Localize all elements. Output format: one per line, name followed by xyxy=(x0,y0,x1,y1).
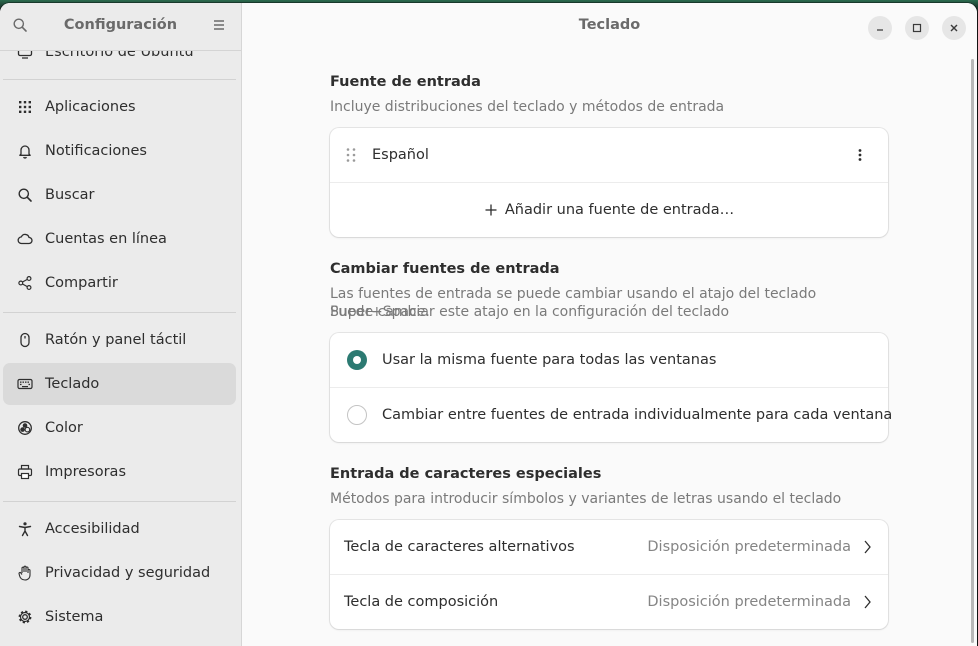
sidebar-item-label: Cuentas en línea xyxy=(45,231,167,247)
sidebar-item-mouse-touchpad[interactable]: Ratón y panel táctil xyxy=(3,319,236,361)
more-options-icon[interactable] xyxy=(852,147,868,167)
sidebar-item-label: Ratón y panel táctil xyxy=(45,332,187,348)
special-chars-card: Tecla de caracteres alternativos Disposi… xyxy=(330,520,888,629)
alternate-chars-key-value: Disposición predeterminada xyxy=(647,539,851,555)
switch-sources-subtitle-line2: Puede cambiar este atajo en la configura… xyxy=(330,304,730,320)
cloud-icon xyxy=(17,231,33,247)
maximize-icon xyxy=(912,23,922,33)
sidebar-item-label: Sistema xyxy=(45,609,104,625)
sidebar-item-search[interactable]: Buscar xyxy=(3,174,236,216)
option-same-source-label: Usar la misma fuente para todas las vent… xyxy=(382,352,717,368)
sidebar: Escritorio de Ubuntu Aplicaciones Notifi… xyxy=(0,3,242,646)
sidebar-item-label: Escritorio de Ubuntu xyxy=(45,51,194,60)
apps-grid-icon xyxy=(17,99,33,115)
sidebar-item-label: Teclado xyxy=(45,376,100,392)
sidebar-list[interactable]: Escritorio de Ubuntu Aplicaciones Notifi… xyxy=(0,51,241,646)
sidebar-item-notifications[interactable]: Notificaciones xyxy=(3,130,236,172)
special-chars-title: Entrada de caracteres especiales xyxy=(330,466,602,482)
maximize-button[interactable] xyxy=(905,16,929,40)
plus-icon xyxy=(485,204,497,216)
hamburger-menu-icon xyxy=(214,20,224,30)
compose-key-label: Tecla de composición xyxy=(344,594,499,610)
sidebar-item-keyboard[interactable]: Teclado xyxy=(3,363,236,405)
radio-selected[interactable] xyxy=(347,350,367,370)
option-same-source-row[interactable]: Usar la misma fuente para todas las vent… xyxy=(330,333,888,387)
switch-sources-title: Cambiar fuentes de entrada xyxy=(330,261,560,277)
search-icon xyxy=(17,187,33,203)
desktop-icon xyxy=(17,51,33,60)
sidebar-item-label: Accesibilidad xyxy=(45,521,140,537)
minimize-button[interactable] xyxy=(868,16,892,40)
sidebar-divider xyxy=(3,79,236,80)
close-button[interactable] xyxy=(942,16,966,40)
option-individual-source-label: Cambiar entre fuentes de entrada individ… xyxy=(382,407,893,423)
printer-icon xyxy=(17,464,33,480)
alternate-chars-key-label: Tecla de caracteres alternativos xyxy=(344,539,575,555)
share-icon xyxy=(17,275,33,291)
input-source-label: Español xyxy=(372,147,429,163)
sidebar-divider xyxy=(3,312,236,313)
color-palette-icon xyxy=(17,420,33,436)
compose-key-value: Disposición predeterminada xyxy=(647,594,851,610)
sidebar-item-applications[interactable]: Aplicaciones xyxy=(3,86,236,128)
input-sources-card: Español Añadir una fuente de entrada… xyxy=(330,128,888,237)
add-input-source-button[interactable]: Añadir una fuente de entrada… xyxy=(330,183,888,237)
settings-window: Escritorio de Ubuntu Aplicaciones Notifi… xyxy=(0,3,977,646)
input-sources-subtitle: Incluye distribuciones del teclado y mét… xyxy=(330,99,725,115)
compose-key-row[interactable]: Tecla de composición Disposición predete… xyxy=(330,575,888,629)
hand-icon xyxy=(17,565,33,581)
sidebar-item-printers[interactable]: Impresoras xyxy=(3,451,236,493)
drag-handle-icon[interactable] xyxy=(345,147,357,167)
sidebar-divider xyxy=(3,501,236,502)
sidebar-item-label: Compartir xyxy=(45,275,118,291)
special-chars-subtitle: Métodos para introducir símbolos y varia… xyxy=(330,491,842,507)
minimize-icon xyxy=(877,29,883,31)
menu-button[interactable] xyxy=(207,13,231,37)
alternate-chars-key-row[interactable]: Tecla de caracteres alternativos Disposi… xyxy=(330,520,888,574)
sidebar-item-label: Aplicaciones xyxy=(45,99,136,115)
sidebar-item-label: Impresoras xyxy=(45,464,126,480)
main-content: Teclado Fuente de entrada Incluye distri… xyxy=(242,3,977,646)
page-title: Teclado xyxy=(578,17,641,33)
add-input-source-label: Añadir una fuente de entrada… xyxy=(504,202,735,218)
sidebar-item-label: Notificaciones xyxy=(45,143,147,159)
sidebar-item-label: Color xyxy=(45,420,83,436)
radio-unselected[interactable] xyxy=(347,405,367,425)
keyboard-icon xyxy=(17,376,33,392)
switch-sources-card: Usar la misma fuente para todas las vent… xyxy=(330,333,892,442)
option-individual-source-row[interactable]: Cambiar entre fuentes de entrada individ… xyxy=(330,388,892,442)
chevron-right-icon xyxy=(862,594,872,614)
sidebar-item-sharing[interactable]: Compartir xyxy=(3,262,236,304)
sidebar-item-system[interactable]: Sistema xyxy=(3,596,236,638)
gear-icon xyxy=(17,609,33,625)
sidebar-item-accessibility[interactable]: Accesibilidad xyxy=(3,508,236,550)
sidebar-item-ubuntu-desktop[interactable]: Escritorio de Ubuntu xyxy=(3,51,236,73)
sidebar-item-color[interactable]: Color xyxy=(3,407,236,449)
sidebar-item-online-accounts[interactable]: Cuentas en línea xyxy=(3,218,236,260)
input-sources-title: Fuente de entrada xyxy=(330,74,481,90)
scrollbar[interactable] xyxy=(971,59,974,643)
mouse-icon xyxy=(17,332,33,348)
chevron-right-icon xyxy=(862,539,872,559)
close-icon xyxy=(950,24,958,32)
sidebar-item-label: Buscar xyxy=(45,187,95,203)
accessibility-icon xyxy=(17,521,33,537)
bell-icon xyxy=(17,143,33,159)
sidebar-title: Configuración xyxy=(63,17,178,33)
sidebar-item-label: Privacidad y seguridad xyxy=(45,565,211,581)
sidebar-item-privacy-security[interactable]: Privacidad y seguridad xyxy=(3,552,236,594)
sidebar-header: Configuración xyxy=(0,3,241,51)
input-source-row[interactable]: Español xyxy=(330,128,888,182)
